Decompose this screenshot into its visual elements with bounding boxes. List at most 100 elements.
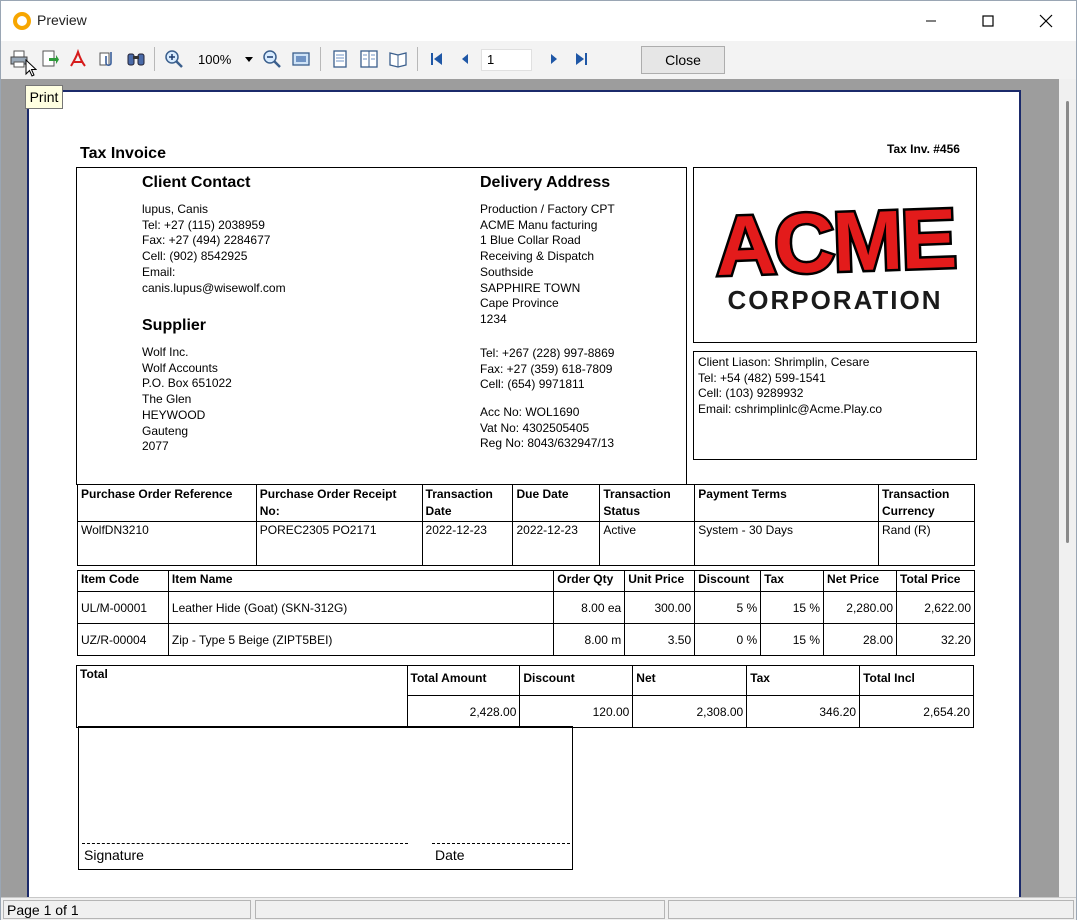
order-value-cell: Active [599,521,696,566]
item-name: Leather Hide (Goat) (SKN-312G) [167,591,555,624]
order-header-cell: Transaction Currency [878,484,975,522]
acme-logo: ACME CORPORATION [711,188,958,315]
zoom-in-button[interactable] [162,47,186,71]
prev-page-button[interactable] [453,47,477,71]
maximize-button[interactable] [959,1,1017,41]
signature-label: Signature [84,847,144,863]
table-row: UZ/R-00004 Zip - Type 5 Beige (ZIPT5BEI)… [77,623,975,656]
item-unit-price: 300.00 [624,591,696,624]
app-logo-icon [13,12,31,30]
order-value-cell: 2022-12-23 [421,521,514,566]
liaison-line: Tel: +54 (482) 599-1541 [698,370,826,385]
multi-page-button[interactable] [357,47,381,71]
item-qty: 8.00 m [553,623,626,656]
delivery-line: Cape Province [480,296,559,311]
delivery-contact-details: Tel: +267 (228) 997-8869 Fax: +27 (359) … [480,346,614,393]
order-header-cell: Transaction Status [599,484,696,522]
items-header-row: Item Code Item Name Order Qty Unit Price… [77,570,975,592]
zoom-out-button[interactable] [260,47,284,71]
window-title: Preview [37,12,87,28]
supplier-line: HEYWOOD [142,407,206,422]
next-page-button[interactable] [542,47,566,71]
pdf-button[interactable] [66,47,90,71]
last-page-icon [576,53,587,65]
totals-value-cell: 346.20 [746,695,861,728]
close-button[interactable]: Close [641,46,725,74]
status-panel [668,900,1074,919]
totals-table: Total Total Amount Discount Net Tax Tota… [76,665,974,728]
single-page-button[interactable] [328,47,352,71]
totals-header-row: Total Total Amount Discount Net Tax Tota… [76,665,974,728]
item-unit-price: 3.50 [624,623,696,656]
chevron-down-icon [245,57,253,62]
toolbar-separator [417,47,418,71]
order-header-row: Purchase Order Reference Purchase Order … [77,484,975,522]
attach-button[interactable] [95,47,119,71]
zoom-value: 100% [198,52,232,67]
order-value-cell: WolfDN3210 [77,521,257,566]
delivery-line: 1234 [480,311,507,326]
toolbar-separator [154,47,155,71]
delivery-line: Receiving & Dispatch [480,249,595,264]
supplier-line: P.O. Box 651022 [142,376,232,391]
items-header-cell: Total Price [896,570,975,592]
totals-label: Total [76,665,408,728]
title-bar: Preview [1,1,1076,41]
status-panel [255,900,665,919]
page-number-input[interactable]: 1 [481,49,532,71]
totals-value-cell: 2,428.00 [406,695,521,728]
pdf-icon [70,49,86,67]
first-page-button[interactable] [425,47,449,71]
item-name: Zip - Type 5 Beige (ZIPT5BEI) [167,623,555,656]
maximize-icon [982,15,994,27]
toolbar-separator [320,47,321,71]
supplier-details: Wolf Inc. Wolf Accounts P.O. Box 651022 … [142,345,232,455]
status-bar: Page 1 of 1 [1,897,1076,920]
order-header-cell: Due Date [512,484,601,522]
logo-top-text: ACME [714,191,956,293]
table-row: UL/M-00001 Leather Hide (Goat) (SKN-312G… [77,591,975,624]
order-header-cell: Purchase Order Reference [77,484,257,522]
last-page-button[interactable] [569,47,593,71]
totals-header-cell: Total Incl [859,665,974,696]
invoice-title: Tax Invoice [80,145,166,162]
prev-page-icon [462,54,468,64]
item-code: UL/M-00001 [77,591,169,624]
delivery-address-details: Production / Factory CPT ACME Manu factu… [480,202,615,328]
find-button[interactable] [124,47,148,71]
export-button[interactable] [37,47,61,71]
items-table: Item Code Item Name Order Qty Unit Price… [77,570,975,656]
totals-value-cell: 120.00 [519,695,634,728]
next-page-icon [551,54,557,64]
client-contact-details: lupus, Canis Tel: +27 (115) 2038959 Fax:… [142,202,286,296]
close-icon [1039,14,1053,28]
zoom-out-icon [263,50,281,68]
delivery-registration-details: Acc No: WOL1690 Vat No: 4302505405 Reg N… [480,405,614,452]
mouse-cursor-icon [25,59,37,77]
items-header-cell: Net Price [823,570,897,592]
items-header-cell: Order Qty [553,570,626,592]
totals-header-cell: Discount [519,665,634,696]
minimize-button[interactable] [902,1,960,41]
print-tooltip: Print [25,85,63,109]
zoom-select[interactable]: 100% [195,50,255,70]
page-status: Page 1 of 1 [3,900,251,919]
item-code: UZ/R-00004 [77,623,169,656]
item-tax: 15 % [760,623,825,656]
item-discount: 0 % [694,623,762,656]
close-window-button[interactable] [1017,1,1075,41]
liaison-details: Client Liason: Shrimplin, Cesare Tel: +5… [698,355,882,418]
book-view-button[interactable] [386,47,410,71]
items-header-cell: Tax [760,570,825,592]
supplier-heading: Supplier [142,317,207,334]
fit-page-icon [292,52,310,66]
order-value-cell: System - 30 Days [694,521,879,566]
invoice-number: Tax Inv. #456 [887,142,960,156]
items-header-cell: Unit Price [624,570,696,592]
liaison-line: Email: cshrimplinlc@Acme.Play.co [698,402,883,417]
scrollbar-thumb[interactable] [1066,101,1069,543]
delivery-contact-line: Tel: +267 (228) 997-8869 [480,346,615,360]
toolbar: 100% 1 [1,41,1076,79]
delivery-contact-line: Cell: (654) 9971811 [480,377,585,392]
fit-page-button[interactable] [289,47,313,71]
